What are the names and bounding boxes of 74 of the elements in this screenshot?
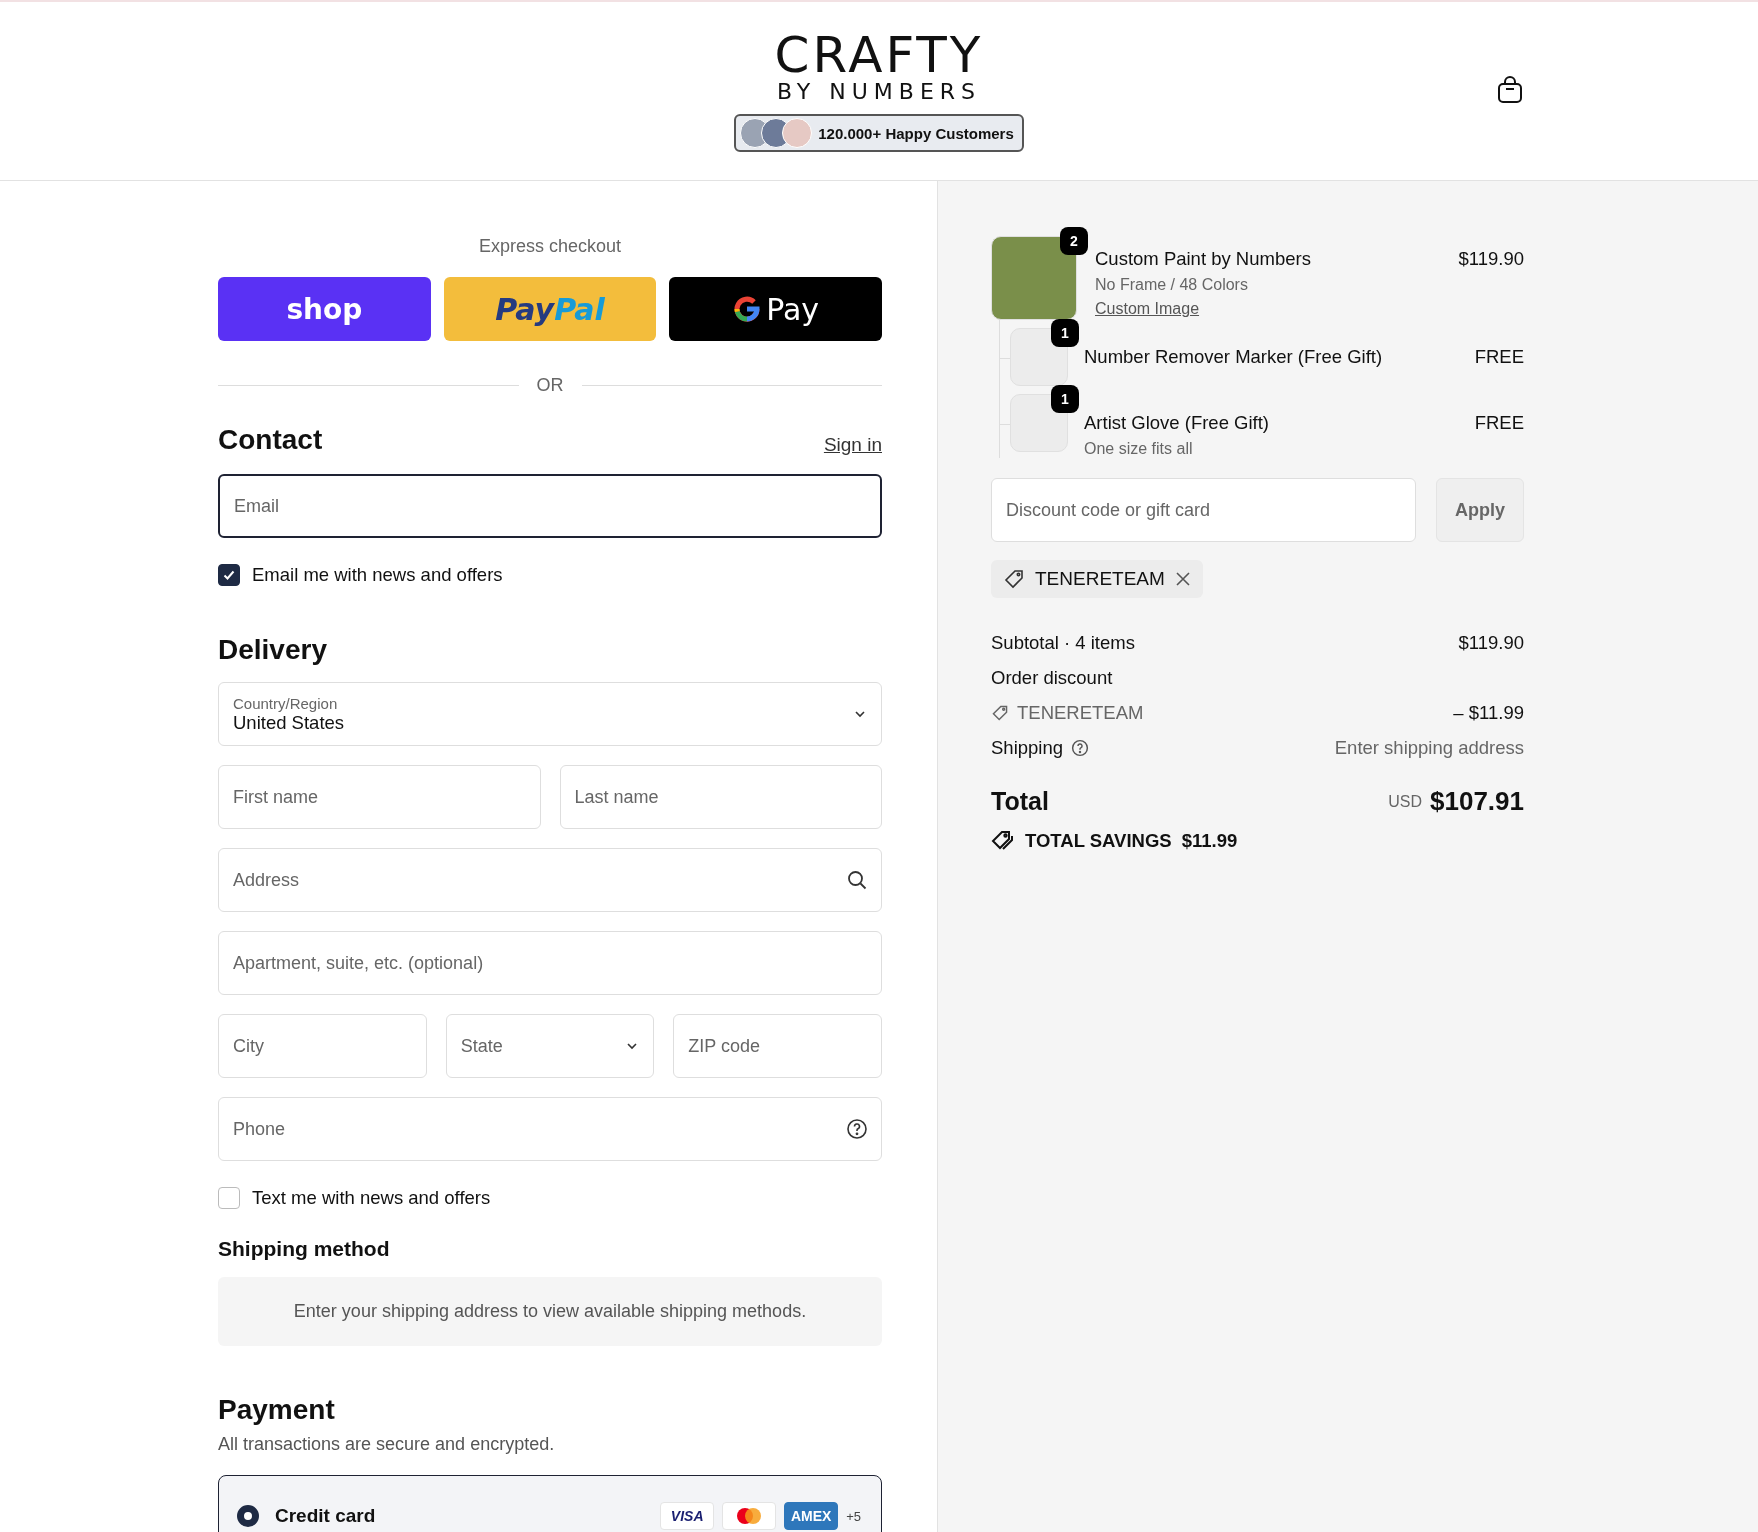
text-field[interactable]: ZIP code	[673, 1014, 882, 1078]
delivery-heading: Delivery	[218, 634, 328, 666]
google-pay-button[interactable]: Pay	[669, 277, 882, 341]
product-title: Artist Glove (Free Gift)	[1084, 412, 1271, 434]
paypal-button[interactable]: PayPal	[443, 277, 657, 341]
shopping-bag-icon[interactable]	[1497, 76, 1523, 104]
custom-image-link[interactable]: Custom Image	[1095, 300, 1441, 318]
state-select[interactable]: State	[445, 1014, 655, 1078]
address-field[interactable]: Address	[218, 848, 882, 912]
discount-code-field[interactable]: Discount code or gift card	[991, 478, 1416, 542]
product-price: FREE	[1474, 411, 1524, 434]
text-field[interactable]: Last name	[559, 765, 882, 829]
product-price: $119.90	[1458, 247, 1524, 270]
close-icon[interactable]	[1174, 571, 1191, 587]
quantity-badge: 1	[1051, 319, 1079, 347]
check-icon	[222, 568, 236, 582]
text-field[interactable]: First name	[218, 765, 541, 829]
discount-code: TENERETEAM	[1017, 702, 1144, 724]
amex-card-icon: AMEX	[784, 1502, 839, 1530]
tag-icon	[991, 704, 1009, 722]
phone-field[interactable]: Phone	[218, 1097, 882, 1161]
shipping-notice: Enter your shipping address to view available shipping methods.	[218, 1277, 882, 1346]
payment-method-card[interactable]: Credit card VISA AMEX +5	[218, 1475, 882, 1532]
checkbox[interactable]	[218, 1187, 240, 1209]
savings-value: $11.99	[1181, 830, 1238, 852]
product-price: FREE	[1474, 345, 1524, 368]
g-logo-icon	[732, 294, 763, 324]
tags-icon	[991, 830, 1015, 852]
radio-button[interactable]	[237, 1505, 259, 1527]
currency-label: USD	[1388, 792, 1422, 811]
total-value: $107.91	[1430, 786, 1524, 817]
country-select[interactable]: Country/Region United States	[218, 682, 882, 746]
checkbox[interactable]	[218, 564, 240, 586]
help-icon[interactable]	[1071, 739, 1089, 757]
text-field[interactable]: Apartment, suite, etc. (optional)	[218, 931, 882, 995]
discount-code: TENERETEAM	[1035, 568, 1165, 590]
or-divider-text: OR	[536, 375, 564, 396]
subtotal-value: $119.90	[1458, 632, 1524, 654]
mastercard-icon	[722, 1502, 777, 1530]
shop-pay-button[interactable]: shop	[218, 277, 431, 341]
more-cards-count: +5	[846, 1508, 861, 1524]
subtotal-label: Subtotal · 4 items	[991, 632, 1135, 654]
shipping-label: Shipping	[991, 737, 1063, 759]
help-icon[interactable]	[846, 1118, 868, 1140]
badge-text: 120.000+ Happy Customers	[818, 124, 1014, 142]
order-discount-label: Order discount	[991, 667, 1113, 689]
checkbox-label: Email me with news and offers	[252, 564, 503, 586]
product-variant: One size fits all	[1084, 440, 1194, 458]
contact-heading: Contact	[218, 424, 323, 456]
savings-label: TOTAL SAVINGS	[1025, 830, 1172, 852]
email-field[interactable]: Email	[218, 474, 882, 538]
quantity-badge: 2	[1060, 227, 1088, 255]
apply-button[interactable]: Apply	[1436, 478, 1524, 542]
checkbox-label: Text me with news and offers	[252, 1187, 491, 1209]
shipping-method-heading: Shipping method	[218, 1237, 391, 1261]
product-title: Custom Paint by Numbers	[1095, 248, 1312, 270]
logo-title: CRAFTY	[774, 29, 984, 80]
search-icon[interactable]	[846, 869, 868, 891]
sign-in-link[interactable]: Sign in	[823, 434, 882, 456]
product-title: Number Remover Marker (Free Gift)	[1084, 346, 1384, 368]
quantity-badge: 1	[1051, 385, 1079, 413]
payment-heading: Payment	[218, 1394, 336, 1426]
product-variant: No Frame / 48 Colors	[1095, 276, 1249, 294]
discount-value: – $11.99	[1453, 702, 1524, 724]
tag-icon	[1003, 568, 1025, 590]
visa-card-icon: VISA	[660, 1502, 715, 1530]
avatar-group-icon	[740, 118, 813, 149]
shipping-value: Enter shipping address	[1334, 737, 1524, 759]
express-checkout-label: Express checkout	[477, 236, 623, 257]
logo-subtitle: BY NUMBERS	[776, 79, 982, 105]
payment-subtitle: All transactions are secure and encrypted.	[218, 1434, 556, 1455]
text-field[interactable]: City	[218, 1014, 427, 1078]
total-label: Total	[991, 787, 1049, 816]
payment-method-label: Credit card	[275, 1505, 377, 1527]
